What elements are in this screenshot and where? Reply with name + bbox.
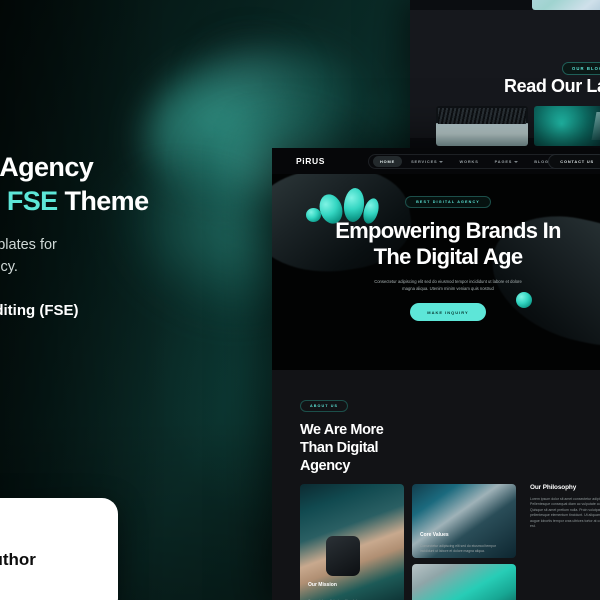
about-heading: We Are More Than Digital Agency xyxy=(300,421,600,475)
promo-heading-accent: FSE xyxy=(6,186,58,216)
promo-heading-line1: ...ital Agency xyxy=(0,152,94,182)
hero-heading: Empowering Brands In The Digital Age xyxy=(272,218,600,270)
card-core-values-text: Consectetur adipiscing elit sed do eiusm… xyxy=(420,544,496,553)
chevron-down-icon xyxy=(439,160,444,163)
promo-heading-pre: ...ess xyxy=(0,186,7,216)
background-mockup-badge: OUR BLOG xyxy=(562,62,600,75)
nav-item-blog-label: BLOG xyxy=(534,159,549,164)
about-badge: ABOUT US xyxy=(300,400,349,412)
chevron-down-icon xyxy=(514,160,519,163)
hero-paragraph: Consectetur adipiscing elit sed do eiusm… xyxy=(374,279,522,291)
about-heading-line3: Agency xyxy=(300,458,350,474)
about-heading-line2: Than Digital xyxy=(300,440,379,456)
nav-item-home-label: HOME xyxy=(380,159,396,164)
nav-item-pages[interactable]: PAGES xyxy=(488,156,526,167)
primary-nav-menu: HOME SERVICES WORKS PAGES BLOG xyxy=(368,154,567,169)
nav-item-services-label: SERVICES xyxy=(411,159,438,164)
nav-item-pages-label: PAGES xyxy=(494,159,513,164)
our-philosophy-block: Our Philosophy Lorem ipsum dolor sit ame… xyxy=(530,484,600,529)
nav-item-home[interactable]: HOME xyxy=(373,156,403,167)
promo-copy: ...ital Agency ...ess FSE Theme ...ern t… xyxy=(0,150,256,319)
our-philosophy-title: Our Philosophy xyxy=(530,484,577,491)
card-our-mission[interactable]: Our Mission Consectetur adipiscing elit … xyxy=(300,484,404,600)
site-logo[interactable]: PiRUS xyxy=(296,156,325,166)
main-mockup-navbar: PiRUS HOME SERVICES WORKS PAGES BLOG CON… xyxy=(272,148,600,174)
about-cards-grid: Our Mission Consectetur adipiscing elit … xyxy=(272,480,600,600)
main-mockup-panel: PiRUS HOME SERVICES WORKS PAGES BLOG CON… xyxy=(272,148,600,600)
promo-feature-bullet: ... Site Editing (FSE) xyxy=(0,302,79,319)
card-third[interactable] xyxy=(412,564,516,600)
background-mockup-blog-card-1[interactable] xyxy=(436,106,528,146)
hero-section: BEST DIGITAL AGENCY Empowering Brands In… xyxy=(272,174,600,370)
hero-content: BEST DIGITAL AGENCY Empowering Brands In… xyxy=(272,174,600,322)
hero-heading-line1: Empowering Brands In xyxy=(335,218,561,243)
background-mockup-top-thumbnail xyxy=(532,0,600,10)
about-heading-line1: We Are More xyxy=(300,422,384,438)
author-card-line1: ...d By xyxy=(0,526,118,546)
card-core-values[interactable]: Core Values Consectetur adipiscing elit … xyxy=(412,484,516,558)
promo-heading-line2: ...ess FSE Theme xyxy=(0,184,256,218)
contact-us-button[interactable]: CONTACT US xyxy=(548,154,600,169)
author-card: ...d By ...Elite Author xyxy=(0,498,118,600)
promo-heading: ...ital Agency ...ess FSE Theme xyxy=(0,150,256,218)
hero-heading-line2: The Digital Age xyxy=(373,244,524,269)
nav-item-works-label: WORKS xyxy=(459,159,479,164)
nav-item-services[interactable]: SERVICES xyxy=(404,156,450,167)
our-philosophy-text: Lorem ipsum dolor sit amet consectetur a… xyxy=(530,497,600,529)
background-mockup-heading: Read Our Late xyxy=(504,76,600,96)
promo-subtext-line1: ...ern templates for xyxy=(0,237,57,253)
promo-subtext: ...ern templates for ...tal Agency. xyxy=(0,234,256,278)
card-our-mission-label: Our Mission xyxy=(308,582,337,588)
card-core-values-label: Core Values xyxy=(420,532,449,538)
promo-banner: ...ital Agency ...ess FSE Theme ...ern t… xyxy=(0,0,600,600)
promo-subtext-line2: ...tal Agency. xyxy=(0,259,18,275)
nav-item-works[interactable]: WORKS xyxy=(452,156,485,167)
promo-heading-post: Theme xyxy=(57,186,149,216)
author-card-line2: ...Elite Author xyxy=(0,550,36,569)
make-inquiry-button[interactable]: MAKE INQUIRY xyxy=(410,303,486,322)
about-section: ABOUT US We Are More Than Digital Agency xyxy=(272,370,600,480)
background-mockup-blog-card-2[interactable] xyxy=(534,106,600,146)
hero-badge: BEST DIGITAL AGENCY xyxy=(405,196,491,208)
